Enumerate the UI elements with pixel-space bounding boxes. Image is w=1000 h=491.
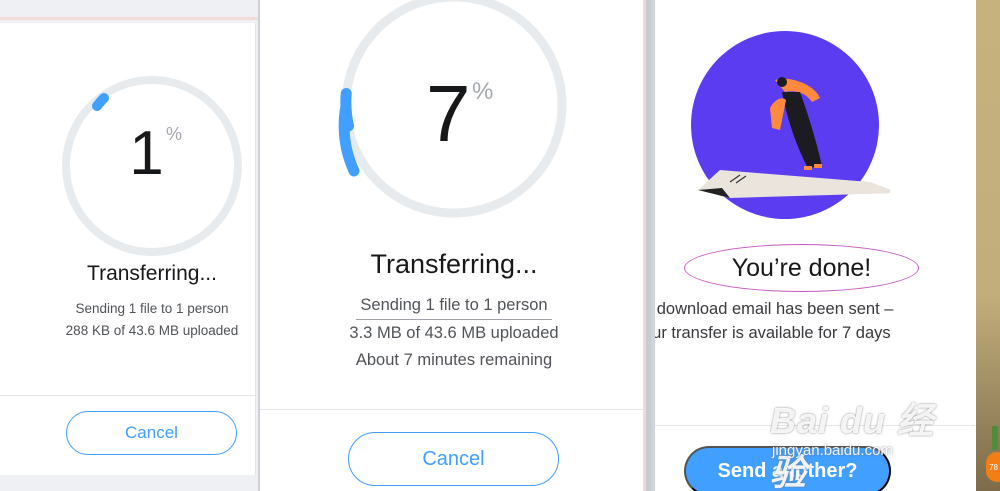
background-window-strip bbox=[976, 0, 1000, 491]
progress-percent-symbol: % bbox=[166, 124, 183, 144]
done-message-line-1: e download email has been sent – bbox=[655, 300, 894, 318]
notification-badge[interactable]: 78 bbox=[986, 452, 1000, 482]
transfer-title: Transferring... bbox=[370, 249, 538, 279]
transfer-recipients: Sending 1 file to 1 person bbox=[360, 296, 548, 314]
recipients-underline bbox=[356, 319, 552, 320]
done-title: You’re done! bbox=[731, 253, 872, 282]
divider bbox=[260, 409, 643, 410]
done-message-line-2: our transfer is available for 7 days bbox=[655, 324, 891, 342]
divider bbox=[0, 395, 256, 396]
progress-arc-1 bbox=[92, 93, 109, 111]
top-strip bbox=[0, 0, 258, 20]
transfer-panel-2: 7 % Transferring... Sending 1 file to 1 … bbox=[258, 0, 646, 491]
time-remaining-text: About 7 minutes remaining bbox=[355, 351, 553, 369]
progress-percent-symbol: % bbox=[472, 78, 494, 105]
upload-progress-text: 3.3 MB of 43.6 MB uploaded bbox=[349, 324, 559, 342]
cancel-button[interactable]: Cancel bbox=[348, 432, 559, 486]
status-bar-indicator bbox=[992, 426, 998, 450]
transfer-card-1 bbox=[0, 23, 256, 475]
watermark: Bai du 经验 jingyan.baidu.com bbox=[770, 392, 950, 491]
watermark-url: jingyan.baidu.com bbox=[772, 442, 893, 459]
cancel-button[interactable]: Cancel bbox=[66, 411, 237, 455]
progress-percent-value: 7 bbox=[426, 69, 471, 158]
transfer-done-illustration bbox=[691, 31, 890, 219]
transfer-panel-1: 1 % Transferring... Sending 1 file to 1 … bbox=[0, 0, 258, 491]
progress-percent-value: 1 bbox=[129, 119, 164, 188]
